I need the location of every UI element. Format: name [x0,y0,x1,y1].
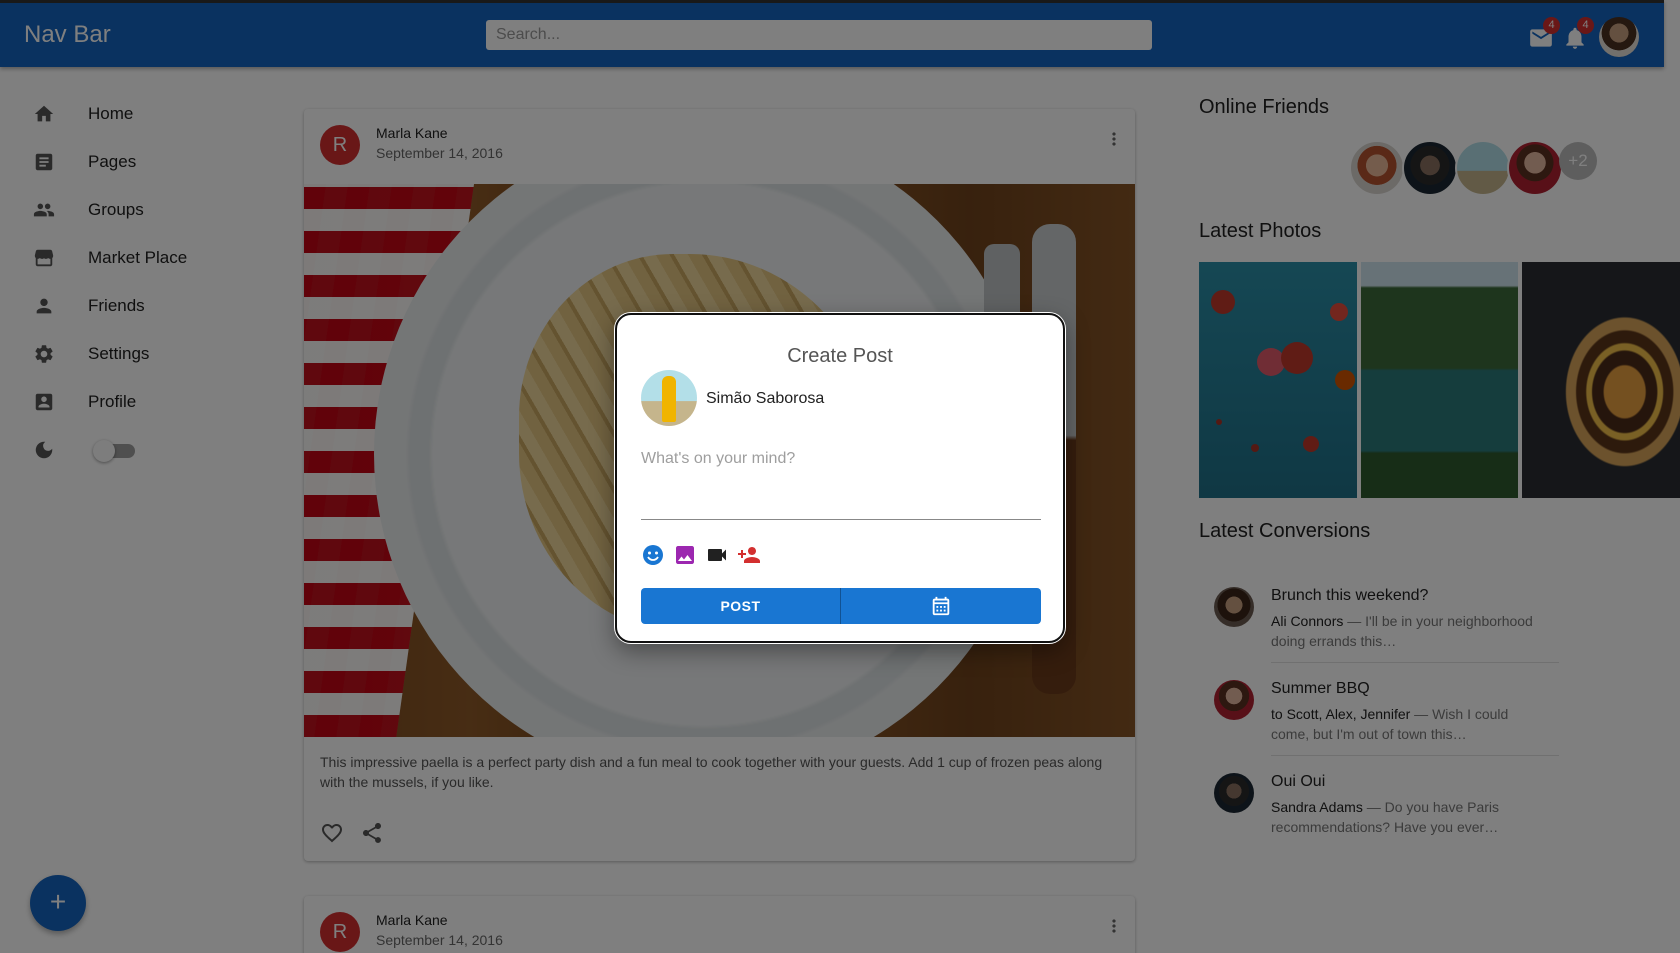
avatar-figure [662,376,676,422]
dialog-user-avatar [641,370,697,426]
post-button[interactable]: POST [641,588,841,624]
video-icon[interactable] [705,543,729,567]
image-icon[interactable] [673,543,697,567]
dialog-title: Create Post [787,345,893,367]
emoji-icon[interactable] [641,543,665,567]
schedule-button[interactable] [841,588,1041,624]
post-text-input[interactable] [641,450,1041,520]
create-post-dialog: Create Post Simão Saborosa POST [615,313,1065,643]
calendar-icon [932,596,950,616]
dialog-user-name: Simão Saborosa [706,390,825,407]
tag-person-icon[interactable] [737,543,761,567]
